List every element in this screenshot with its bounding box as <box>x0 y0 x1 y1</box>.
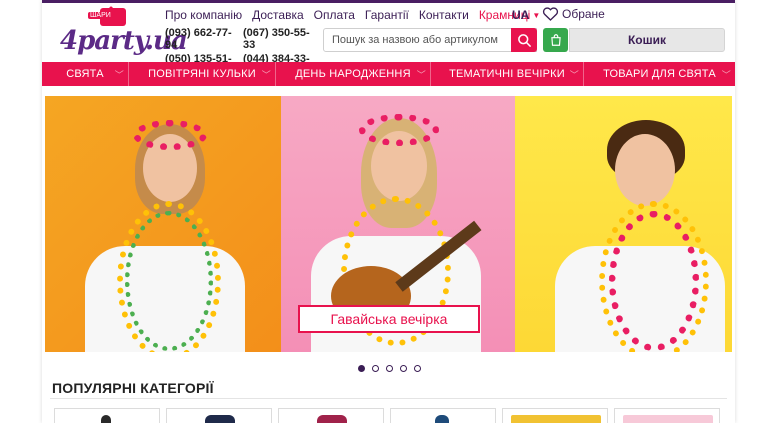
menu-item-holidays[interactable]: Свята ﹀ <box>42 62 129 86</box>
chevron-down-icon: ﹀ <box>721 70 731 80</box>
nav-link-guarantees[interactable]: Гарантії <box>365 8 409 22</box>
carousel-dot[interactable] <box>414 365 421 372</box>
category-card[interactable] <box>502 408 608 423</box>
site-container: ✿ ШАРИ 4party.ua Про компанію Доставка О… <box>42 0 735 423</box>
category-card[interactable] <box>278 408 384 423</box>
top-accent-line <box>42 0 735 3</box>
search-icon <box>517 33 531 47</box>
category-list <box>54 408 720 423</box>
carousel-dot[interactable] <box>386 365 393 372</box>
menu-item-label: Свята <box>66 68 104 80</box>
heart-icon <box>542 7 559 21</box>
carousel-dots <box>358 365 421 372</box>
nav-link-delivery[interactable]: Доставка <box>252 8 304 22</box>
category-card[interactable] <box>390 408 496 423</box>
top-navigation: Про компанію Доставка Оплата Гарантії Ко… <box>165 8 530 22</box>
banner-photo-woman <box>45 96 281 352</box>
favorites-link[interactable]: Обране <box>542 6 605 21</box>
carousel-dot[interactable] <box>400 365 407 372</box>
menu-item-label: Повітряні кульки <box>148 68 256 80</box>
cart-button[interactable]: Кошик <box>569 28 725 52</box>
menu-item-label: День народження <box>295 68 411 80</box>
search-input[interactable] <box>323 28 537 52</box>
banner-photo-man <box>515 96 732 352</box>
menu-item-balloons[interactable]: Повітряні кульки ﹀ <box>129 62 276 86</box>
category-card[interactable] <box>166 408 272 423</box>
divider <box>50 398 727 399</box>
page: ✿ ШАРИ 4party.ua Про компанію Доставка О… <box>0 0 777 423</box>
main-menu: Свята ﹀ Повітряні кульки ﹀ День народжен… <box>42 62 735 86</box>
menu-item-theme-parties[interactable]: Тематичні вечірки ﹀ <box>431 62 584 86</box>
site-logo[interactable]: ✿ ШАРИ 4party.ua <box>60 4 188 58</box>
banner-caption[interactable]: Гавайська вечірка <box>298 305 480 333</box>
chevron-down-icon: ﹀ <box>569 70 579 80</box>
caret-down-icon: ▼ <box>532 10 541 20</box>
cart-icon-button[interactable] <box>543 28 568 52</box>
chevron-down-icon: ﹀ <box>261 70 271 80</box>
category-image <box>435 415 449 423</box>
category-image <box>511 415 601 423</box>
carousel-dot[interactable] <box>372 365 379 372</box>
category-image <box>101 415 111 423</box>
language-label: UA <box>512 8 530 22</box>
hero-banner[interactable]: Гавайська вечірка <box>45 96 732 352</box>
phone-number[interactable]: (067) 350-55-33 <box>243 27 321 51</box>
chevron-down-icon: ﹀ <box>416 70 426 80</box>
category-card[interactable] <box>614 408 720 423</box>
category-image <box>623 415 713 423</box>
search-button[interactable] <box>511 28 537 52</box>
nav-link-payment[interactable]: Оплата <box>314 8 355 22</box>
shopping-bag-icon <box>550 34 561 46</box>
chevron-down-icon: ﹀ <box>114 70 124 80</box>
category-image <box>205 415 235 423</box>
favorites-label: Обране <box>562 6 605 21</box>
popular-categories-title: ПОПУЛЯРНІ КАТЕГОРІЇ <box>52 380 214 396</box>
phone-number[interactable]: (093) 662-77-94 <box>165 27 243 51</box>
category-card[interactable] <box>54 408 160 423</box>
carousel-dot[interactable] <box>358 365 365 372</box>
menu-item-label: Товари для свята <box>603 68 716 80</box>
nav-link-contacts[interactable]: Контакти <box>419 8 469 22</box>
logo-tag: ШАРИ <box>88 12 113 19</box>
nav-link-about[interactable]: Про компанію <box>165 8 242 22</box>
language-switcher[interactable]: UA ▼ <box>512 8 540 22</box>
menu-item-birthday[interactable]: День народження ﹀ <box>276 62 431 86</box>
menu-item-party-goods[interactable]: Товари для свята ﹀ <box>584 62 735 86</box>
category-image <box>317 415 347 423</box>
menu-item-label: Тематичні вечірки <box>449 68 565 80</box>
